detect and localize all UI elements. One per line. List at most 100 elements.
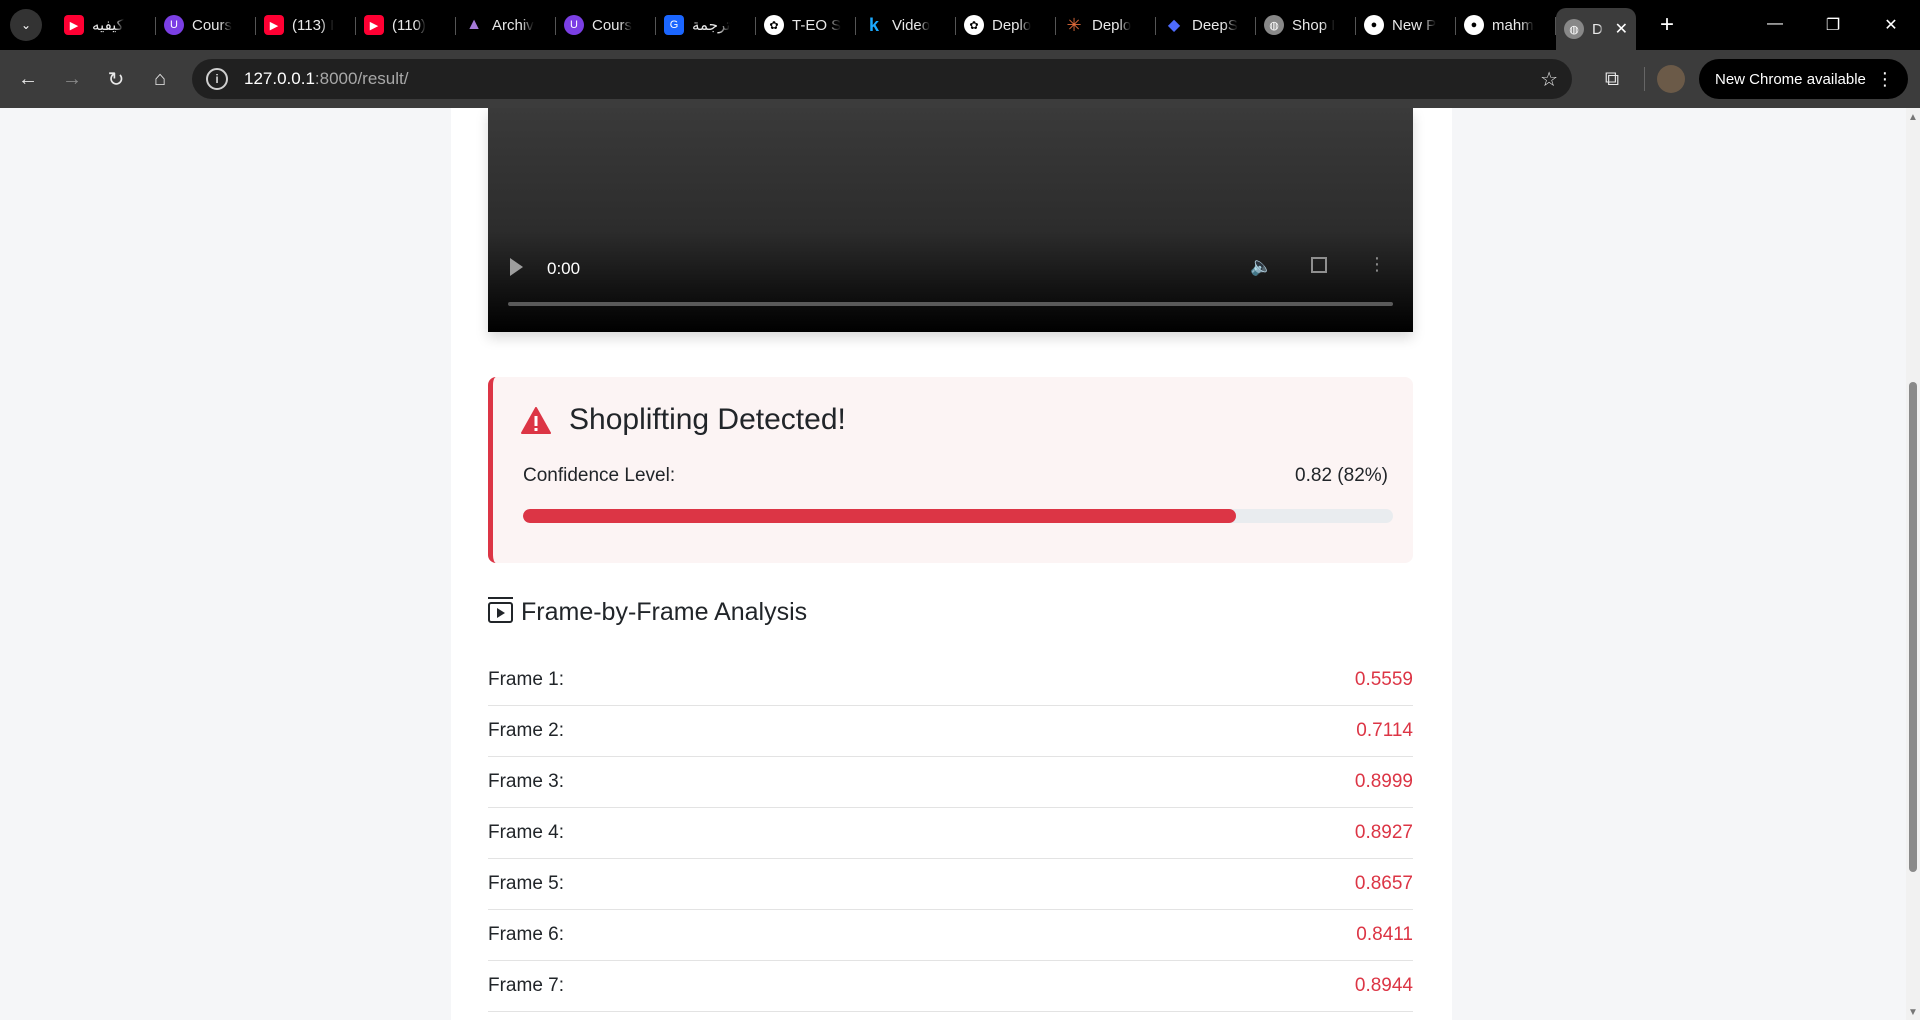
browser-tab[interactable]: ▲ Archiv: [456, 6, 556, 44]
frame-score: 0.8944: [1354, 975, 1413, 996]
frame-row: Frame 6: 0.8411: [488, 910, 1413, 961]
home-icon: ⌂: [153, 67, 167, 90]
frame-row: Frame 1: 0.5559: [488, 655, 1413, 706]
browser-tab[interactable]: ◆ DeepS: [1156, 6, 1256, 44]
tab-title: كيفيه: [92, 17, 124, 34]
tab-title: ترجمة: [692, 17, 731, 34]
youtube-icon: ▶: [364, 15, 384, 35]
confidence-bar: [523, 509, 1393, 523]
frame-label: Frame 6:: [488, 924, 565, 945]
video-time: 0:00: [547, 259, 581, 278]
archive-icon: ▲: [466, 16, 482, 33]
home-button[interactable]: ⌂: [138, 68, 182, 91]
browser-tab[interactable]: k Video: [856, 6, 956, 44]
scrollbar-thumb[interactable]: [1909, 382, 1917, 872]
frame-label: Frame 7:: [488, 975, 565, 996]
tab-search-button[interactable]: ⌄: [10, 9, 42, 41]
tab-title: (113) I: [292, 16, 335, 34]
browser-tab[interactable]: ✳ Deplo: [1056, 6, 1156, 44]
tab-title: Cours: [192, 16, 233, 34]
new-tab-button[interactable]: +: [1660, 11, 1674, 39]
window-controls: — ❐ ✕: [1746, 15, 1920, 35]
browser-tab[interactable]: ● mahm: [1456, 6, 1556, 44]
github-icon: ●: [1364, 15, 1384, 35]
minimize-button[interactable]: —: [1746, 15, 1804, 35]
tab-title: Deplo: [1092, 16, 1132, 34]
frame-score: 0.8657: [1354, 873, 1413, 894]
warning-triangle-icon: [521, 407, 551, 434]
fullscreen-icon[interactable]: [1311, 257, 1327, 273]
youtube-icon: ▶: [64, 15, 84, 35]
update-label: New Chrome available: [1715, 70, 1866, 88]
reload-button[interactable]: ↻: [94, 67, 138, 92]
scroll-down-icon[interactable]: ▼: [1908, 1007, 1918, 1018]
tab-title: Deplo: [992, 16, 1032, 34]
chevron-down-icon: ⌄: [20, 18, 32, 32]
k-icon: k: [868, 14, 879, 35]
address-bar[interactable]: i 127.0.0.1:8000/result/ ☆: [192, 59, 1572, 99]
video-more-icon[interactable]: ⋮: [1368, 254, 1386, 275]
youtube-icon: ▶: [264, 15, 284, 35]
page-scrollbar[interactable]: ▲ ▼: [1906, 108, 1920, 1020]
browser-tab[interactable]: U Cours: [556, 6, 656, 44]
tab-title: T-EO S: [792, 16, 842, 34]
tab-title: Archiv: [492, 16, 534, 34]
course-icon: U: [564, 15, 584, 35]
frame-score: 0.8411: [1356, 924, 1413, 945]
browser-tab[interactable]: ◍ Shop I: [1256, 6, 1356, 44]
deepseek-icon: ◆: [1167, 17, 1181, 34]
extensions-puzzle-icon[interactable]: ⧉: [1592, 68, 1632, 91]
frame-row: Frame 7: 0.8944: [488, 961, 1413, 1012]
page-viewport: 0:00 🔈 ⋮ Shoplifting Detected! Confidenc…: [0, 108, 1906, 1020]
browser-tab[interactable]: ● New P: [1356, 6, 1456, 44]
browser-tab[interactable]: G ترجمة: [656, 6, 756, 44]
active-browser-tab[interactable]: ◍ D ✕: [1556, 8, 1636, 50]
scroll-up-icon[interactable]: ▲: [1908, 112, 1918, 123]
frame-score: 0.7114: [1356, 720, 1413, 741]
maximize-button[interactable]: ❐: [1804, 15, 1862, 35]
github-icon: ●: [1464, 15, 1484, 35]
video-player[interactable]: 0:00 🔈 ⋮: [488, 108, 1413, 332]
play-icon[interactable]: [510, 258, 523, 276]
confidence-value: 0.82 (82%): [1295, 465, 1388, 486]
toolbar-divider: [1644, 67, 1645, 91]
detection-alert: Shoplifting Detected! Confidence Level: …: [488, 377, 1413, 563]
analysis-title: Frame-by-Frame Analysis: [521, 598, 808, 626]
browser-tab[interactable]: ✿ T-EO S: [756, 6, 856, 44]
tab-title: Video: [892, 16, 931, 34]
frame-label: Frame 1:: [488, 669, 565, 690]
browser-tab[interactable]: ▶ كيفيه: [56, 6, 156, 44]
translate-icon: G: [664, 15, 684, 35]
frame-label: Frame 2:: [488, 720, 565, 741]
tab-title: (110): [392, 16, 426, 34]
film-icon: [488, 597, 513, 623]
chatgpt-icon: ✿: [964, 15, 984, 35]
globe-icon: ◍: [1264, 15, 1284, 35]
tab-title: New P: [1392, 16, 1437, 34]
close-tab-icon[interactable]: ✕: [1615, 19, 1628, 39]
browser-tab[interactable]: U Cours: [156, 6, 256, 44]
frame-row: Frame 3: 0.8999: [488, 757, 1413, 808]
frame-label: Frame 5:: [488, 873, 565, 894]
profile-avatar[interactable]: [1657, 65, 1685, 93]
confidence-bar-fill: [523, 509, 1237, 523]
confidence-label: Confidence Level:: [523, 465, 676, 486]
video-progress-bar[interactable]: [508, 302, 1393, 306]
browser-tab[interactable]: ✿ Deplo: [956, 6, 1056, 44]
back-button[interactable]: ←: [6, 68, 50, 91]
tab-title: D: [1592, 20, 1603, 38]
bookmark-star-icon[interactable]: ☆: [1540, 67, 1558, 92]
site-info-icon[interactable]: i: [206, 68, 228, 90]
reload-icon: ↻: [107, 68, 125, 91]
close-window-button[interactable]: ✕: [1862, 15, 1920, 35]
chrome-update-button[interactable]: New Chrome available ⋮: [1699, 59, 1908, 99]
tab-list: ▶ كيفيه U Cours ▶ (113) I ▶ (110) ▲ Archiv U Cours G…: [56, 0, 1636, 50]
claude-icon: ✳: [1066, 14, 1082, 35]
browser-tab[interactable]: ▶ (113) I: [256, 6, 356, 44]
frame-row: Frame 2: 0.7114: [488, 706, 1413, 757]
volume-icon[interactable]: 🔈: [1250, 256, 1272, 277]
tab-title: mahm: [1492, 16, 1534, 34]
forward-button[interactable]: →: [50, 68, 94, 91]
browser-tab[interactable]: ▶ (110): [356, 6, 456, 44]
url-host: 127.0.0.1: [244, 69, 315, 88]
